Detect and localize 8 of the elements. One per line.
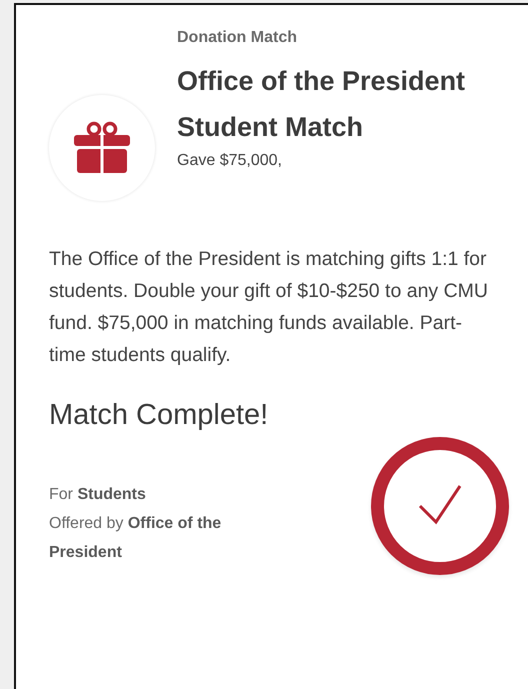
match-title: Office of the President Student Match xyxy=(177,65,466,144)
gift-icon xyxy=(74,121,130,175)
category-label: Donation Match xyxy=(177,29,298,47)
description-text: The Office of the President is matching gifts 1:1 for students. Double your gift of $10-$250 to any CMU fund. $75,000 in matching funds available. Part-time students qualify. xyxy=(49,247,489,368)
progress-text: Gave $75,000, xyxy=(177,152,283,170)
detail-text: For Students xyxy=(49,485,147,505)
detail-text: Offered by Office of the President xyxy=(49,514,222,563)
status-heading: Match Complete! xyxy=(49,399,270,432)
